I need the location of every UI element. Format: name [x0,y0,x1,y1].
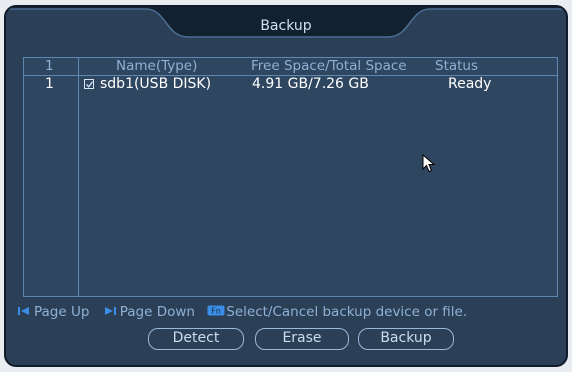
table-row[interactable]: 1 sdb1(USB DISK) 4.91 GB/7.26 GB Ready [24,76,557,94]
select-cancel-hint: Select/Cancel backup device or file. [226,304,468,320]
svg-text:Fn: Fn [211,307,221,316]
page-down-icon [104,304,116,320]
detect-button[interactable]: Detect [148,328,244,350]
fn-key-icon: Fn [207,304,225,320]
title-bar: Backup [6,7,566,51]
row-checkbox[interactable] [84,79,94,89]
backup-button[interactable]: Backup [358,328,454,350]
page-up-label: Page Up [34,304,90,320]
row-device-name: sdb1(USB DISK) [100,76,212,92]
header-index: 1 [45,58,54,74]
header-space: Free Space/Total Space [251,58,407,74]
row-index: 1 [45,76,54,92]
header-status: Status [435,58,479,74]
hint-bar: Page Up Page Down Fn Select/Cancel backu… [18,304,467,322]
row-space: 4.91 GB/7.26 GB [252,76,369,92]
header-name: Name(Type) [116,58,198,74]
page-up-icon [18,304,30,320]
backup-dialog: Backup 1 Name(Type) Free Space/Total Spa… [4,5,568,367]
table-header: 1 Name(Type) Free Space/Total Space Stat… [24,58,557,76]
dialog-title: Backup [260,18,312,34]
device-table: 1 Name(Type) Free Space/Total Space Stat… [23,57,558,297]
erase-button[interactable]: Erase [255,328,349,350]
mouse-pointer-icon [422,153,436,178]
row-status: Ready [448,76,492,92]
checkmark-icon [86,81,94,88]
page-down-label: Page Down [119,304,195,320]
